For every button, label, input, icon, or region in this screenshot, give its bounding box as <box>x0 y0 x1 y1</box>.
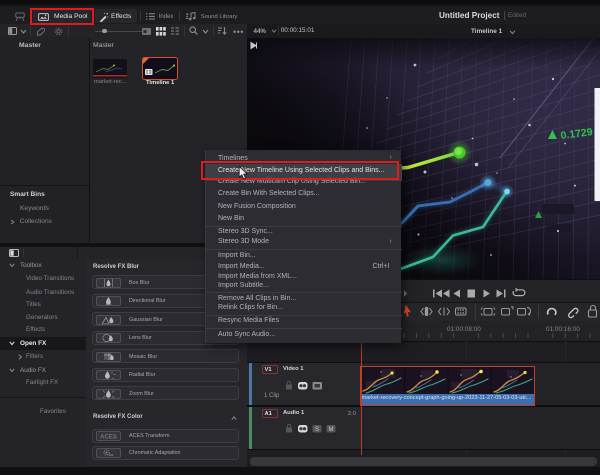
svg-text:ACES: ACES <box>100 435 117 441</box>
svg-text:M: M <box>329 427 334 433</box>
svg-text:S: S <box>315 427 319 433</box>
